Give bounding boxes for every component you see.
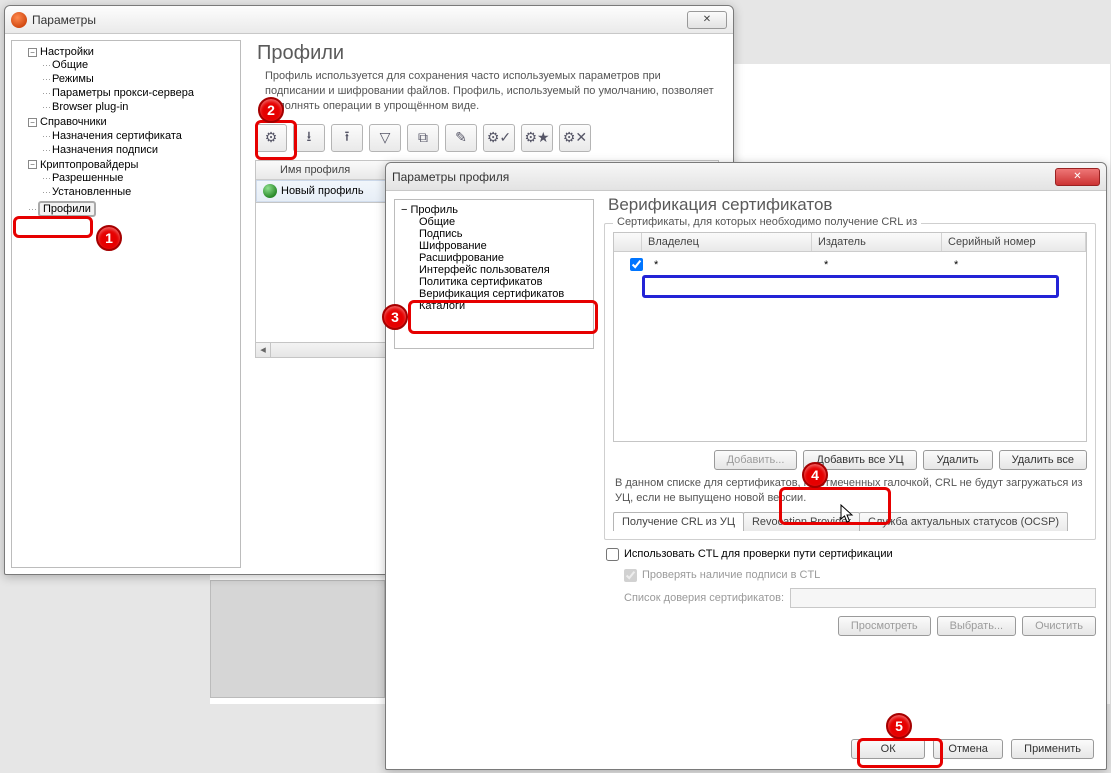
owner-cell: * — [648, 259, 818, 271]
row-checkbox[interactable] — [630, 258, 643, 271]
tree-node[interactable]: Каталоги — [419, 300, 465, 312]
tree-node-profile[interactable]: Профиль — [411, 204, 459, 216]
window-title: Параметры — [32, 13, 687, 27]
check-signature-checkbox — [624, 569, 637, 582]
tree-node-profiles[interactable]: Профили — [43, 203, 91, 215]
funnel-icon[interactable]: ▽ — [369, 124, 401, 152]
tree-toggle[interactable]: − — [28, 48, 37, 57]
tree-node[interactable]: Общие — [419, 216, 455, 228]
issuer-header[interactable]: Издатель — [812, 233, 942, 251]
view-button[interactable]: Просмотреть — [838, 616, 931, 636]
tree-node[interactable]: Политика сертификатов — [419, 276, 542, 288]
tray-down-icon[interactable]: ⭳ — [293, 124, 325, 152]
tree-toggle[interactable]: − — [28, 160, 37, 169]
tree-node[interactable]: Режимы — [52, 73, 94, 85]
tray-up-icon[interactable]: ⭱ — [331, 124, 363, 152]
tree-node[interactable]: Общие — [52, 59, 88, 71]
tree-node[interactable]: Назначения сертификата — [52, 130, 182, 142]
gear-cross-icon[interactable]: ⚙✕ — [559, 124, 591, 152]
tree-node-verification[interactable]: Верификация сертификатов — [419, 288, 564, 300]
checkbox-header — [614, 233, 642, 251]
gear-check-icon[interactable]: ⚙✓ — [483, 124, 515, 152]
add-button[interactable]: Добавить... — [714, 450, 798, 470]
badge-1: 1 — [96, 225, 122, 251]
tab-crl-from-ca[interactable]: Получение CRL из УЦ — [613, 512, 744, 531]
scroll-left-icon[interactable]: ◂ — [256, 343, 271, 357]
page-description: Профиль используется для сохранения част… — [265, 69, 717, 114]
tree-node[interactable]: Подпись — [419, 228, 463, 240]
clear-button[interactable]: Очистить — [1022, 616, 1096, 636]
crl-fieldset: Сертификаты, для которых необходимо полу… — [604, 223, 1096, 540]
tab-ocsp[interactable]: Служба актуальных статусов (OCSP) — [859, 512, 1068, 531]
tree-node[interactable]: Параметры прокси-сервера — [52, 87, 194, 99]
close-button[interactable]: ✕ — [1055, 168, 1100, 186]
profile-tree[interactable]: − Профиль Общие Подпись Шифрование Расши… — [394, 199, 594, 349]
badge-5: 5 — [886, 713, 912, 739]
tree-node-crypto[interactable]: Криптопровайдеры — [40, 159, 138, 171]
badge-3: 3 — [382, 304, 408, 330]
delete-all-button[interactable]: Удалить все — [999, 450, 1087, 470]
tree-node[interactable]: Расшифрование — [419, 252, 504, 264]
profile-toolbar: ⚙ ⭳ ⭱ ▽ ⧉ ✎ ⚙✓ ⚙★ ⚙✕ — [255, 124, 727, 152]
tab-revocation-provider[interactable]: Revocation Provider — [743, 512, 860, 531]
serial-header[interactable]: Серийный номер — [942, 233, 1086, 251]
delete-button[interactable]: Удалить — [923, 450, 993, 470]
tree-node[interactable]: Шифрование — [419, 240, 487, 252]
tree-node[interactable]: Разрешенные — [52, 172, 123, 184]
apply-button[interactable]: Применить — [1011, 739, 1094, 759]
titlebar-settings[interactable]: Параметры ✕ — [5, 6, 733, 34]
page-heading: Профили — [257, 42, 727, 65]
check-signature-row: Проверять наличие подписи в CTL — [624, 569, 1096, 582]
profile-name-cell: Новый профиль — [281, 185, 364, 197]
trust-list-field — [790, 588, 1096, 608]
tree-toggle[interactable]: − — [28, 118, 37, 127]
check-signature-label: Проверять наличие подписи в CTL — [642, 569, 820, 581]
panel-heading: Верификация сертификатов — [608, 195, 1096, 215]
app-icon — [11, 12, 27, 28]
tree-node[interactable]: Установленные — [52, 186, 131, 198]
use-ctl-row[interactable]: Использовать CTL для проверки пути серти… — [606, 548, 1096, 561]
tree-toggle[interactable]: − — [401, 204, 407, 216]
gear-plus-icon[interactable]: ⚙ — [255, 124, 287, 152]
titlebar-profile-params[interactable]: Параметры профиля ✕ — [386, 163, 1106, 191]
tree-node[interactable]: Назначения подписи — [52, 144, 158, 156]
choose-button[interactable]: Выбрать... — [937, 616, 1016, 636]
profile-params-window: Параметры профиля ✕ − Профиль Общие Подп… — [385, 162, 1107, 770]
tree-node[interactable]: Интерфейс пользователя — [419, 264, 550, 276]
globe-icon — [263, 184, 277, 198]
copy-icon[interactable]: ⧉ — [407, 124, 439, 152]
dialog-footer: ОК Отмена Применить — [851, 739, 1094, 759]
settings-tree[interactable]: −Настройки Общие Режимы Параметры прокси… — [11, 40, 241, 568]
badge-2: 2 — [258, 97, 284, 123]
fieldset-legend: Сертификаты, для которых необходимо полу… — [613, 216, 921, 228]
tree-node[interactable]: Browser plug-in — [52, 101, 128, 113]
table-row[interactable]: * * * — [614, 252, 1086, 277]
tree-node-directories[interactable]: Справочники — [40, 117, 107, 129]
use-ctl-checkbox[interactable] — [606, 548, 619, 561]
window-title: Параметры профиля — [392, 170, 1055, 184]
crl-note: В данном списке для сертификатов, не отм… — [615, 476, 1085, 506]
crl-tabs: Получение CRL из УЦ Revocation Provider … — [613, 512, 1087, 531]
issuer-cell: * — [818, 259, 948, 271]
tree-node-settings[interactable]: Настройки — [40, 46, 94, 58]
close-button[interactable]: ✕ — [687, 11, 727, 29]
badge-4: 4 — [802, 462, 828, 488]
owner-header[interactable]: Владелец — [642, 233, 812, 251]
use-ctl-label: Использовать CTL для проверки пути серти… — [624, 548, 893, 560]
edit-icon[interactable]: ✎ — [445, 124, 477, 152]
verification-panel: Верификация сертификатов Сертификаты, дл… — [604, 195, 1096, 723]
trust-list-label: Список доверия сертификатов: — [624, 592, 784, 604]
cert-table-header: Владелец Издатель Серийный номер — [614, 233, 1086, 252]
cert-table: Владелец Издатель Серийный номер * * * — [613, 232, 1087, 442]
cancel-button[interactable]: Отмена — [933, 739, 1003, 759]
serial-cell: * — [948, 259, 1080, 271]
ok-button[interactable]: ОК — [851, 739, 925, 759]
gear-star-icon[interactable]: ⚙★ — [521, 124, 553, 152]
